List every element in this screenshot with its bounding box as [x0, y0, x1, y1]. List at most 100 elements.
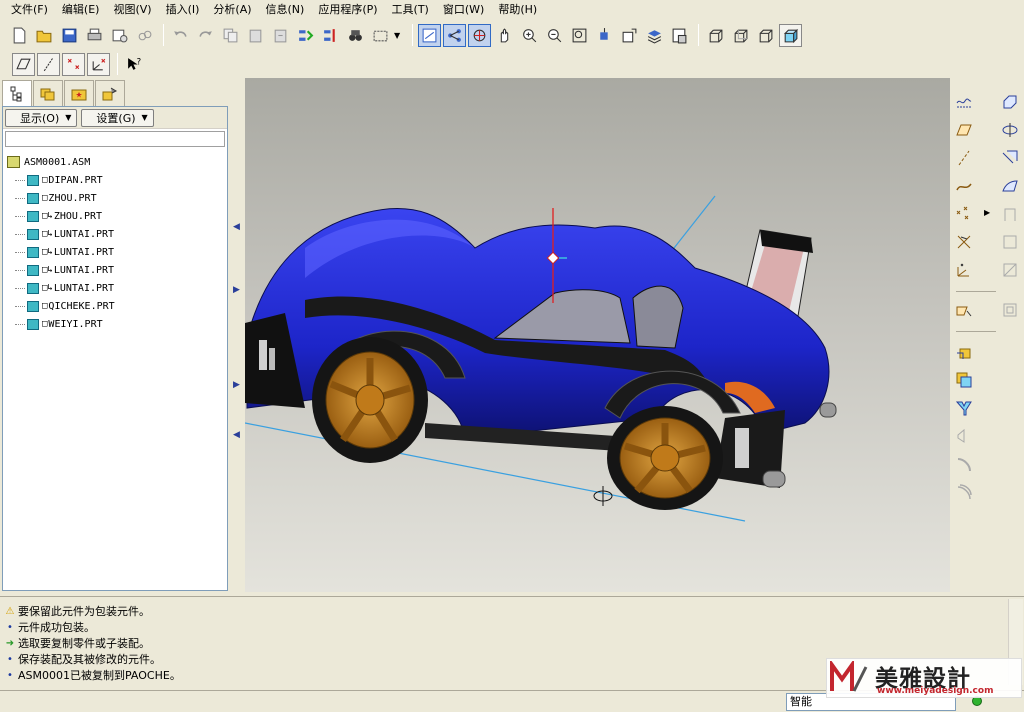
- context-help-icon: ?: [128, 57, 141, 70]
- tree-item-label: LUNTAI.PRT: [53, 246, 115, 258]
- tree-item[interactable]: □↳ LUNTAI.PRT: [3, 261, 227, 279]
- datum-display-toolbar: ?: [0, 50, 1024, 78]
- context-help-button[interactable]: ?: [123, 53, 146, 76]
- menu-tools[interactable]: 工具(T): [385, 1, 436, 19]
- tree-root-assembly[interactable]: ASM0001.ASM: [3, 153, 227, 171]
- tree-item[interactable]: □ WEIYI.PRT: [3, 315, 227, 333]
- tree-item[interactable]: □ DIPAN.PRT: [3, 171, 227, 189]
- shell-button[interactable]: [998, 230, 1022, 254]
- show-dropdown[interactable]: 显示(O) ▼: [5, 108, 78, 127]
- menu-analysis[interactable]: 分析(A): [206, 1, 258, 19]
- datum-axis-button[interactable]: [952, 146, 976, 170]
- regenerate-button[interactable]: [294, 24, 317, 47]
- tree-item[interactable]: □ QICHEKE.PRT: [3, 297, 227, 315]
- revolve-button[interactable]: [998, 118, 1022, 142]
- tab-folder-browser[interactable]: [33, 80, 63, 106]
- shading-button[interactable]: [779, 23, 802, 47]
- pattern-point-button[interactable]: [952, 230, 976, 254]
- analysis-icon: [956, 306, 972, 317]
- analysis-button[interactable]: [952, 298, 976, 322]
- save-button[interactable]: [58, 24, 81, 47]
- navigator-sash[interactable]: ◀ ▶ ▶ ◀: [231, 80, 243, 592]
- tree-connector: [15, 197, 25, 199]
- chevron-down-icon[interactable]: ▼: [394, 31, 403, 40]
- merge-button[interactable]: [952, 396, 976, 420]
- view-manager-button[interactable]: [668, 24, 691, 47]
- menu-window[interactable]: 窗口(W): [436, 1, 491, 19]
- csys-button[interactable]: [952, 258, 976, 282]
- rib-icon: [1003, 263, 1017, 277]
- orient-mode-button[interactable]: [468, 23, 491, 47]
- find-button[interactable]: [344, 24, 367, 47]
- zoom-in-button[interactable]: [518, 24, 541, 47]
- menu-info[interactable]: 信息(N): [259, 1, 312, 19]
- repaint-button[interactable]: [418, 23, 441, 47]
- select-box-button[interactable]: [369, 24, 392, 47]
- wireframe-button[interactable]: [704, 24, 727, 47]
- blend-button[interactable]: [998, 174, 1022, 198]
- redo-button[interactable]: [194, 24, 217, 47]
- datum-plane-icon: [956, 124, 972, 136]
- send-link-button[interactable]: [133, 24, 156, 47]
- round-button[interactable]: [998, 90, 1022, 114]
- datum-point-display-button[interactable]: [62, 52, 85, 76]
- send-mail-button[interactable]: [108, 24, 131, 47]
- tab-favorites[interactable]: [64, 80, 94, 106]
- tree-item[interactable]: □↳ LUNTAI.PRT: [3, 225, 227, 243]
- tree-item[interactable]: □ ZHOU.PRT: [3, 189, 227, 207]
- reorient-button[interactable]: [593, 24, 616, 47]
- pan-button[interactable]: [493, 24, 516, 47]
- hole-button[interactable]: [998, 298, 1022, 322]
- datum-axis-display-button[interactable]: [37, 52, 60, 76]
- extend-button[interactable]: [952, 452, 976, 476]
- csys-display-button[interactable]: [87, 52, 110, 76]
- hidden-line-button[interactable]: [729, 24, 752, 47]
- tree-item[interactable]: □↳ ZHOU.PRT: [3, 207, 227, 225]
- datum-point-button[interactable]: [952, 202, 976, 226]
- tree-filter-field[interactable]: [5, 131, 225, 147]
- no-hidden-button[interactable]: [754, 24, 777, 47]
- datum-plane-display-button[interactable]: [12, 52, 35, 76]
- rib-button[interactable]: [998, 258, 1022, 282]
- tab-connections[interactable]: [95, 80, 125, 106]
- paste-special-button[interactable]: [269, 24, 292, 47]
- menu-insert[interactable]: 插入(I): [159, 1, 207, 19]
- tab-model-tree[interactable]: [2, 80, 32, 107]
- menu-applications[interactable]: 应用程序(P): [311, 1, 384, 19]
- extrude-button[interactable]: [952, 340, 976, 364]
- menu-view[interactable]: 视图(V): [106, 1, 158, 19]
- graphics-window[interactable]: [245, 78, 950, 592]
- trim-button[interactable]: [952, 424, 976, 448]
- datum-curve-button[interactable]: [952, 174, 976, 198]
- copy-feature-button[interactable]: [952, 368, 976, 392]
- refit-button[interactable]: [568, 24, 591, 47]
- tree-item[interactable]: □↳ LUNTAI.PRT: [3, 279, 227, 297]
- print-button[interactable]: [83, 24, 106, 47]
- menu-help[interactable]: 帮助(H): [491, 1, 544, 19]
- undo-button[interactable]: [169, 24, 192, 47]
- settings-dropdown[interactable]: 设置(G) ▼: [81, 108, 154, 127]
- datum-plane-button[interactable]: [952, 118, 976, 142]
- open-button[interactable]: [33, 24, 56, 47]
- hole-icon: [1003, 303, 1017, 317]
- draft-button[interactable]: [998, 202, 1022, 226]
- sketch-button[interactable]: [952, 90, 976, 114]
- extend-icon: [957, 458, 971, 472]
- spin-center-button[interactable]: [443, 23, 466, 47]
- sweep-button[interactable]: [998, 146, 1022, 170]
- menu-edit[interactable]: 编辑(E): [55, 1, 107, 19]
- status-prefix: □↳: [42, 211, 53, 221]
- chevron-right-icon[interactable]: ▶: [984, 208, 990, 217]
- tree-item[interactable]: □↳ LUNTAI.PRT: [3, 243, 227, 261]
- new-file-button[interactable]: [8, 24, 31, 47]
- zoom-out-button[interactable]: [543, 24, 566, 47]
- saved-views-button[interactable]: [618, 24, 641, 47]
- offset-button[interactable]: [952, 480, 976, 504]
- regenerate-manager-button[interactable]: [319, 24, 342, 47]
- no-hidden-icon: [759, 29, 773, 42]
- paste-button[interactable]: [244, 24, 267, 47]
- menu-file[interactable]: 文件(F): [4, 1, 55, 19]
- copy-button[interactable]: [219, 24, 242, 47]
- point-offset-icon: [957, 235, 971, 249]
- layers-button[interactable]: [643, 24, 666, 47]
